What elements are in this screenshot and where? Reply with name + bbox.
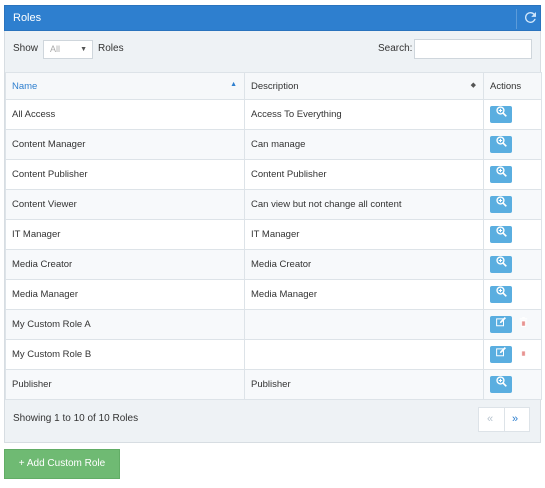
pagination: « » bbox=[478, 407, 530, 432]
zoom-in-icon bbox=[495, 196, 507, 210]
role-description: IT Manager bbox=[244, 219, 484, 250]
table-row: All Access Access To Everything bbox=[5, 99, 542, 130]
role-actions bbox=[483, 219, 542, 250]
role-name: Content Viewer bbox=[5, 189, 245, 220]
search-input[interactable] bbox=[414, 39, 532, 59]
view-button[interactable] bbox=[490, 106, 512, 123]
role-description: Publisher bbox=[244, 369, 484, 400]
panel-title: Roles bbox=[13, 12, 42, 24]
page-size-value: All bbox=[50, 44, 61, 54]
column-header-description-label: Description bbox=[251, 80, 299, 92]
trash-icon bbox=[519, 317, 528, 330]
zoom-in-icon bbox=[495, 136, 507, 150]
table-info: Showing 1 to 10 of 10 Roles bbox=[13, 413, 139, 424]
role-name: My Custom Role B bbox=[5, 339, 245, 370]
view-button[interactable] bbox=[490, 166, 512, 183]
role-actions bbox=[483, 129, 542, 160]
search-label: Search: bbox=[378, 43, 413, 54]
delete-button[interactable] bbox=[512, 346, 534, 363]
add-custom-role-button[interactable]: + Add Custom Role bbox=[4, 449, 120, 479]
role-actions bbox=[483, 189, 542, 220]
view-button[interactable] bbox=[490, 286, 512, 303]
column-header-description[interactable]: Description ◆ bbox=[244, 72, 484, 100]
role-name: My Custom Role A bbox=[5, 309, 245, 340]
edit-icon bbox=[496, 317, 506, 330]
roles-panel: Roles Show All ▼ Roles Search: Name ▲ De… bbox=[4, 5, 542, 443]
zoom-in-icon bbox=[495, 376, 507, 390]
table-row: My Custom Role B bbox=[5, 339, 542, 370]
show-label: Show bbox=[13, 43, 39, 54]
table-header-row: Name ▲ Description ◆ Actions bbox=[5, 72, 542, 100]
table-row: Publisher Publisher bbox=[5, 369, 542, 400]
role-name: All Access bbox=[5, 99, 245, 130]
column-header-name-label: Name bbox=[12, 80, 38, 92]
refresh-icon[interactable] bbox=[520, 8, 540, 28]
page-size-select[interactable]: All ▼ bbox=[43, 40, 93, 59]
delete-button[interactable] bbox=[512, 316, 534, 333]
role-actions bbox=[483, 249, 542, 280]
role-description: Access To Everything bbox=[244, 99, 484, 130]
role-name: Publisher bbox=[5, 369, 245, 400]
view-button[interactable] bbox=[490, 136, 512, 153]
pagination-divider bbox=[504, 408, 505, 431]
role-name: Content Manager bbox=[5, 129, 245, 160]
role-name: Media Creator bbox=[5, 249, 245, 280]
role-actions bbox=[483, 279, 542, 310]
edit-button[interactable] bbox=[490, 346, 512, 363]
column-header-actions-label: Actions bbox=[490, 80, 522, 92]
roles-table: Name ▲ Description ◆ Actions All Access A… bbox=[5, 72, 542, 400]
role-description: Media Manager bbox=[244, 279, 484, 310]
role-name: IT Manager bbox=[5, 219, 245, 250]
table-row: My Custom Role A bbox=[5, 309, 542, 340]
role-actions bbox=[483, 309, 542, 340]
zoom-in-icon bbox=[495, 106, 507, 120]
edit-icon bbox=[496, 347, 506, 360]
zoom-in-icon bbox=[495, 286, 507, 300]
role-description: Content Publisher bbox=[244, 159, 484, 190]
table-row: Content Publisher Content Publisher bbox=[5, 159, 542, 190]
edit-button[interactable] bbox=[490, 316, 512, 333]
role-name: Media Manager bbox=[5, 279, 245, 310]
column-header-name[interactable]: Name ▲ bbox=[5, 72, 245, 100]
zoom-in-icon bbox=[495, 166, 507, 180]
sort-both-icon: ◆ bbox=[470, 82, 476, 89]
sort-asc-icon: ▲ bbox=[230, 81, 237, 88]
roles-label: Roles bbox=[98, 43, 124, 54]
table-row: Content Viewer Can view but not change al… bbox=[5, 189, 542, 220]
chevron-down-icon: ▼ bbox=[80, 46, 87, 53]
table-row: Content Manager Can manage bbox=[5, 129, 542, 160]
table-row: Media Creator Media Creator bbox=[5, 249, 542, 280]
role-actions bbox=[483, 339, 542, 370]
view-button[interactable] bbox=[490, 226, 512, 243]
role-description bbox=[244, 309, 484, 340]
role-actions bbox=[483, 369, 542, 400]
view-button[interactable] bbox=[490, 196, 512, 213]
zoom-in-icon bbox=[495, 226, 507, 240]
role-description: Media Creator bbox=[244, 249, 484, 280]
pagination-next[interactable]: » bbox=[512, 413, 518, 425]
role-description: Can view but not change all content bbox=[244, 189, 484, 220]
role-description: Can manage bbox=[244, 129, 484, 160]
view-button[interactable] bbox=[490, 256, 512, 273]
role-actions bbox=[483, 99, 542, 130]
role-name: Content Publisher bbox=[5, 159, 245, 190]
table-row: Media Manager Media Manager bbox=[5, 279, 542, 310]
header-divider bbox=[516, 9, 517, 29]
table-toolbar: Show All ▼ Roles Search: bbox=[5, 31, 540, 71]
role-description bbox=[244, 339, 484, 370]
panel-header: Roles bbox=[4, 5, 541, 31]
pagination-prev[interactable]: « bbox=[487, 413, 493, 425]
role-actions bbox=[483, 159, 542, 190]
table-row: IT Manager IT Manager bbox=[5, 219, 542, 250]
column-header-actions: Actions bbox=[483, 72, 542, 100]
trash-icon bbox=[519, 347, 528, 360]
view-button[interactable] bbox=[490, 376, 512, 393]
zoom-in-icon bbox=[495, 256, 507, 270]
